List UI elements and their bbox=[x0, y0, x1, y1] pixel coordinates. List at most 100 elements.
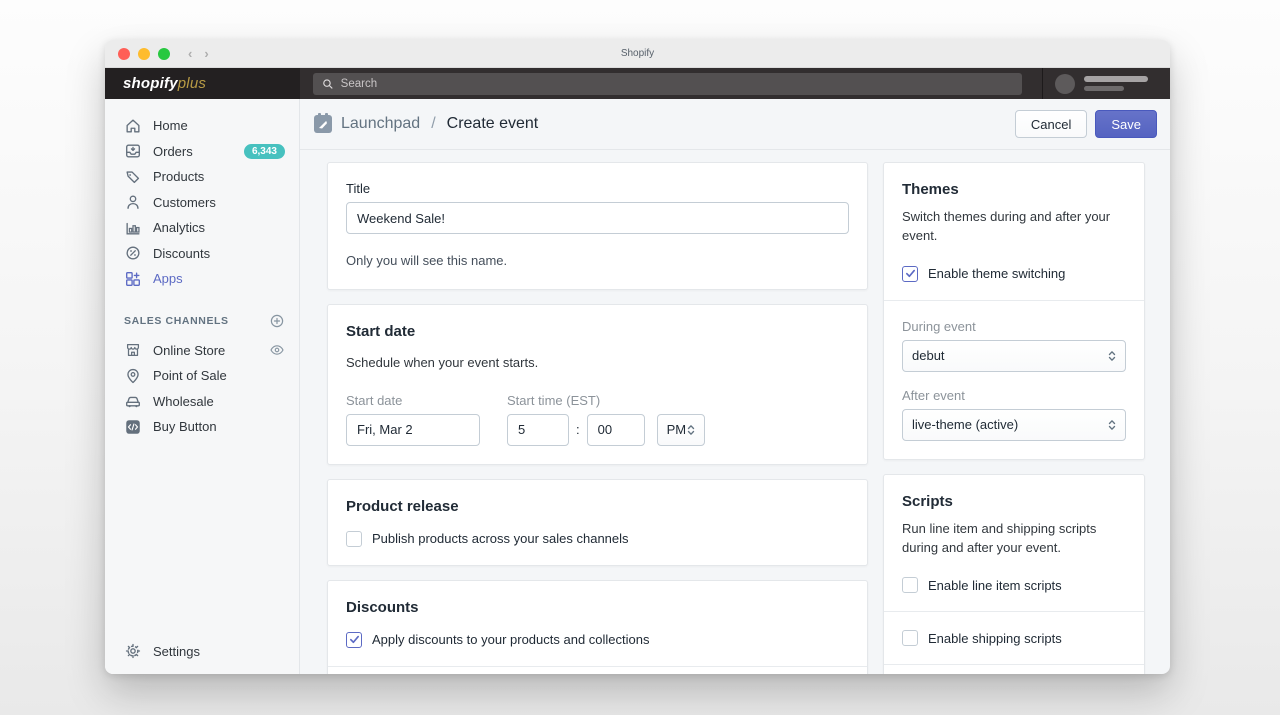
save-button[interactable]: Save bbox=[1095, 110, 1157, 138]
shopify-plus-logo: shopifyplus bbox=[123, 75, 206, 92]
product-release-heading: Product release bbox=[346, 498, 849, 515]
browser-window: ‹ › Shopify shopifyplus bbox=[105, 40, 1170, 674]
apply-discounts-checkbox-row[interactable]: Apply discounts to your products and col… bbox=[346, 632, 849, 648]
sidebar-item-label: Customers bbox=[153, 195, 285, 210]
products-icon bbox=[124, 168, 142, 186]
sidebar-item-products[interactable]: Products bbox=[105, 164, 299, 190]
page-scroll-area[interactable]: Title Only you will see this name. Start… bbox=[300, 150, 1170, 674]
title-help-text: Only you will see this name. bbox=[346, 252, 849, 271]
window-title: Shopify bbox=[105, 48, 1170, 59]
start-date-label: Start date bbox=[346, 393, 480, 408]
start-date-description: Schedule when your event starts. bbox=[346, 354, 849, 373]
sidebar-item-label: Products bbox=[153, 169, 285, 184]
after-event-select[interactable]: live-theme (active) bbox=[902, 409, 1126, 441]
customers-icon bbox=[124, 193, 142, 211]
sidebar-item-label: Analytics bbox=[153, 220, 285, 235]
checkbox-unchecked-icon[interactable] bbox=[902, 630, 918, 646]
discounts-heading: Discounts bbox=[346, 599, 849, 616]
sidebar-item-analytics[interactable]: Analytics bbox=[105, 215, 299, 241]
sidebar-item-label: Buy Button bbox=[153, 419, 285, 434]
sidebar-item-label: Home bbox=[153, 118, 285, 133]
enable-theme-switching-label: Enable theme switching bbox=[928, 266, 1065, 281]
account-menu[interactable] bbox=[1055, 74, 1148, 94]
sidebar-item-label: Orders bbox=[153, 144, 233, 159]
publish-products-label: Publish products across your sales chann… bbox=[372, 531, 629, 546]
enable-shipping-scripts-checkbox-row[interactable]: Enable shipping scripts bbox=[902, 630, 1126, 646]
meridiem-select[interactable]: PM bbox=[657, 414, 705, 446]
sidebar-item-apps[interactable]: Apps bbox=[105, 266, 299, 292]
sidebar-item-settings[interactable]: Settings bbox=[105, 639, 299, 665]
sidebar-item-discounts[interactable]: Discounts bbox=[105, 241, 299, 267]
account-name-placeholder bbox=[1084, 76, 1148, 91]
topbar-divider bbox=[1042, 68, 1043, 99]
select-arrows-icon bbox=[687, 425, 695, 435]
sidebar-item-buy-button[interactable]: Buy Button bbox=[105, 414, 299, 440]
scripts-description: Run line item and shipping scripts durin… bbox=[902, 520, 1126, 558]
sidebar: Home Orders 6,343 Products Customers Ana… bbox=[105, 99, 300, 674]
sidebar-item-online-store[interactable]: Online Store bbox=[105, 338, 299, 364]
checkbox-checked-icon[interactable] bbox=[346, 632, 362, 648]
sidebar-item-label: Wholesale bbox=[153, 394, 285, 409]
start-hour-input[interactable] bbox=[507, 414, 569, 446]
checkbox-checked-icon[interactable] bbox=[902, 266, 918, 282]
apps-icon bbox=[124, 270, 142, 288]
during-event-select[interactable]: debut bbox=[902, 340, 1126, 372]
sidebar-item-home[interactable]: Home bbox=[105, 113, 299, 139]
start-time-label: Start time (EST) bbox=[507, 393, 705, 408]
during-event-label: During event bbox=[902, 319, 1126, 334]
discounts-icon bbox=[124, 244, 142, 262]
sidebar-item-wholesale[interactable]: Wholesale bbox=[105, 389, 299, 415]
enable-theme-switching-checkbox-row[interactable]: Enable theme switching bbox=[902, 266, 1126, 282]
breadcrumb-launchpad-link[interactable]: Launchpad bbox=[341, 115, 420, 133]
top-nav-bar: shopifyplus bbox=[105, 68, 1170, 99]
search-bar[interactable] bbox=[313, 73, 1022, 95]
sidebar-item-orders[interactable]: Orders 6,343 bbox=[105, 139, 299, 165]
event-title-input[interactable] bbox=[346, 202, 849, 234]
home-icon bbox=[124, 117, 142, 135]
start-date-input[interactable] bbox=[346, 414, 480, 446]
checkbox-unchecked-icon[interactable] bbox=[346, 531, 362, 547]
scripts-heading: Scripts bbox=[902, 493, 1126, 510]
wholesale-icon bbox=[124, 392, 142, 410]
sidebar-item-point-of-sale[interactable]: Point of Sale bbox=[105, 363, 299, 389]
publish-products-checkbox-row[interactable]: Publish products across your sales chann… bbox=[346, 531, 849, 547]
title-field-label: Title bbox=[346, 181, 849, 196]
orders-count-badge: 6,343 bbox=[244, 144, 285, 159]
during-event-value: debut bbox=[912, 348, 945, 363]
themes-card: Themes Switch themes during and after yo… bbox=[883, 162, 1145, 460]
product-release-card: Product release Publish products across … bbox=[327, 479, 868, 566]
select-arrows-icon bbox=[1108, 420, 1116, 430]
sidebar-item-label: Apps bbox=[153, 271, 285, 286]
avatar bbox=[1055, 74, 1075, 94]
sidebar-item-customers[interactable]: Customers bbox=[105, 190, 299, 216]
enable-shipping-scripts-label: Enable shipping scripts bbox=[928, 631, 1062, 646]
sidebar-item-label: Online Store bbox=[153, 343, 258, 358]
point-of-sale-icon bbox=[124, 367, 142, 385]
themes-description: Switch themes during and after your even… bbox=[902, 208, 1126, 246]
page-title: Create event bbox=[447, 115, 539, 133]
after-event-value: live-theme (active) bbox=[912, 417, 1018, 432]
online-store-icon bbox=[124, 341, 142, 359]
select-arrows-icon bbox=[1108, 351, 1116, 361]
title-card: Title Only you will see this name. bbox=[327, 162, 868, 290]
gear-icon bbox=[124, 642, 142, 660]
start-minute-input[interactable] bbox=[587, 414, 645, 446]
enable-line-item-scripts-label: Enable line item scripts bbox=[928, 578, 1062, 593]
sales-channels-label: SALES CHANNELS bbox=[124, 315, 269, 327]
themes-heading: Themes bbox=[902, 181, 1126, 198]
logo-area[interactable]: shopifyplus bbox=[105, 68, 300, 99]
sidebar-item-label: Discounts bbox=[153, 246, 285, 261]
titlebar: ‹ › Shopify bbox=[105, 40, 1170, 68]
add-channel-icon[interactable] bbox=[269, 313, 285, 329]
checkbox-unchecked-icon[interactable] bbox=[902, 577, 918, 593]
enable-line-item-scripts-checkbox-row[interactable]: Enable line item scripts bbox=[902, 577, 1126, 593]
search-input[interactable] bbox=[341, 78, 1013, 90]
sales-channels-header: SALES CHANNELS bbox=[105, 310, 299, 332]
scripts-card: Scripts Run line item and shipping scrip… bbox=[883, 474, 1145, 674]
discounts-card: Discounts Apply discounts to your produc… bbox=[327, 580, 868, 674]
start-date-heading: Start date bbox=[346, 323, 849, 340]
cancel-button[interactable]: Cancel bbox=[1015, 110, 1087, 138]
view-store-eye-icon[interactable] bbox=[269, 342, 285, 358]
sidebar-item-label: Settings bbox=[153, 644, 285, 659]
sidebar-item-label: Point of Sale bbox=[153, 368, 285, 383]
